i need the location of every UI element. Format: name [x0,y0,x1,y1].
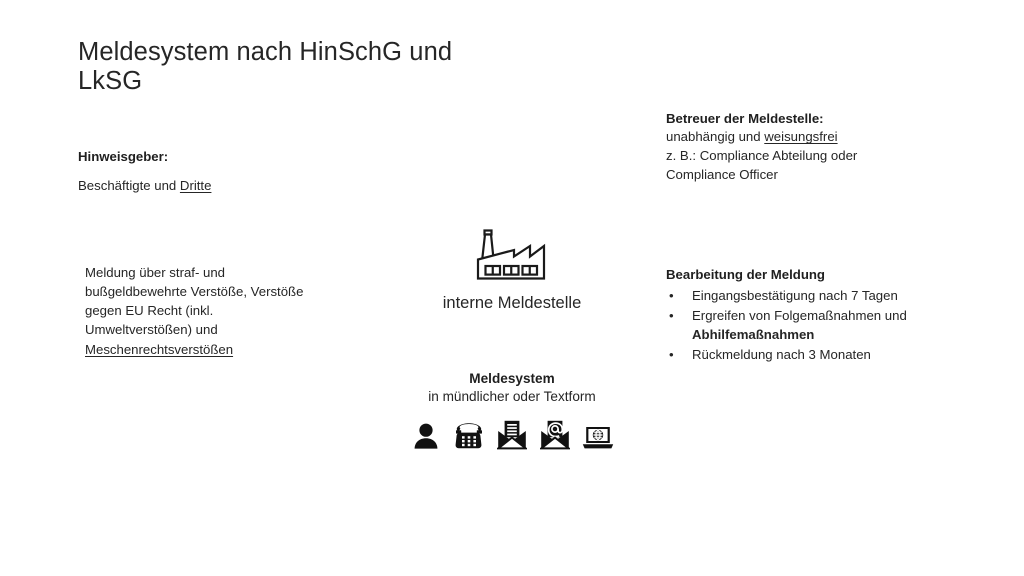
list-item-text: Ergreifen von Folgemaßnahmen und [692,308,907,324]
bullet-dot-icon: • [669,288,674,304]
bullet-dot-icon: • [669,346,674,362]
list-item-text: Rückmeldung nach 3 Monaten [692,346,871,362]
slide-canvas: Meldesystem nach HinSchG und LkSG Hinwei… [0,0,1024,576]
bearbeitung-section: Bearbeitung der Meldung • Eingangsbestäti… [666,266,976,365]
page-title: Meldesystem nach HinSchG und LkSG [78,38,453,95]
list-item: • Ergreifen von Folgemaßnahmen und Abhilf… [666,307,976,344]
bearbeitung-bullet-list: • Eingangsbestätigung nach 7 Tagen • Ergre… [666,287,976,364]
meldesystem-section: Meldesystem in mündlicher oder Textform [392,370,632,407]
meldesystem-title: Meldesystem [469,371,555,386]
channel-icon-row [392,416,632,450]
meldung-line-1: Meldung über straf- und [85,265,226,280]
hinweisgeber-line: Beschäftigte und Dritte [78,177,378,194]
list-item-bold-text: Abhilfemaßnahmen [692,326,815,342]
meldung-line-5-underlined: Meschenrechtsverstößen [85,341,234,357]
hinweisgeber-line-prefix: Beschäftigte und [78,178,180,194]
betreuer-line-1: unabhängig und weisungsfrei [666,128,976,147]
betreuer-line-3: Compliance Officer [666,166,778,182]
hinweisgeber-heading: Hinweisgeber: [78,149,169,164]
interne-meldestelle-label: interne Meldestelle [442,294,582,312]
betreuer-line-1-underlined: weisungsfrei [764,129,838,145]
email-icon [539,416,571,450]
telephone-icon [453,416,485,450]
list-item-text: Eingangsbestätigung nach 7 Tagen [692,288,898,304]
betreuer-heading: Betreuer der Meldestelle: [666,111,824,126]
hinweisgeber-section: Hinweisgeber: Beschäftigte und Dritte [78,148,378,195]
laptop-web-icon [582,416,614,450]
meldung-line-3: gegen EU Recht (inkl. [85,303,214,319]
meldung-line-2: bußgeldbewehrte Verstöße, Verstöße [85,284,304,300]
betreuer-line-2: z. B.: Compliance Abteilung oder [666,148,858,164]
hinweisgeber-line-underlined: Dritte [179,178,212,194]
meldung-line-5: Meschenrechtsverstößen [85,340,363,359]
meldung-line-4: Umweltverstößen) und [85,322,218,338]
letter-icon [496,416,528,450]
betreuer-section: Betreuer der Meldestelle: unabhängig und… [666,110,976,185]
meldung-section: Meldung über straf- und bußgeldbewehrte … [85,263,363,359]
bullet-dot-icon: • [669,308,674,324]
meldesystem-subtitle: in mündlicher oder Textform [428,389,596,405]
person-icon [410,416,442,450]
bearbeitung-heading: Bearbeitung der Meldung [666,267,825,282]
factory-icon [474,228,550,282]
list-item: • Eingangsbestätigung nach 7 Tagen [666,287,976,306]
betreuer-line-1-prefix: unabhängig und [666,129,765,145]
list-item: • Rückmeldung nach 3 Monaten [666,346,976,365]
